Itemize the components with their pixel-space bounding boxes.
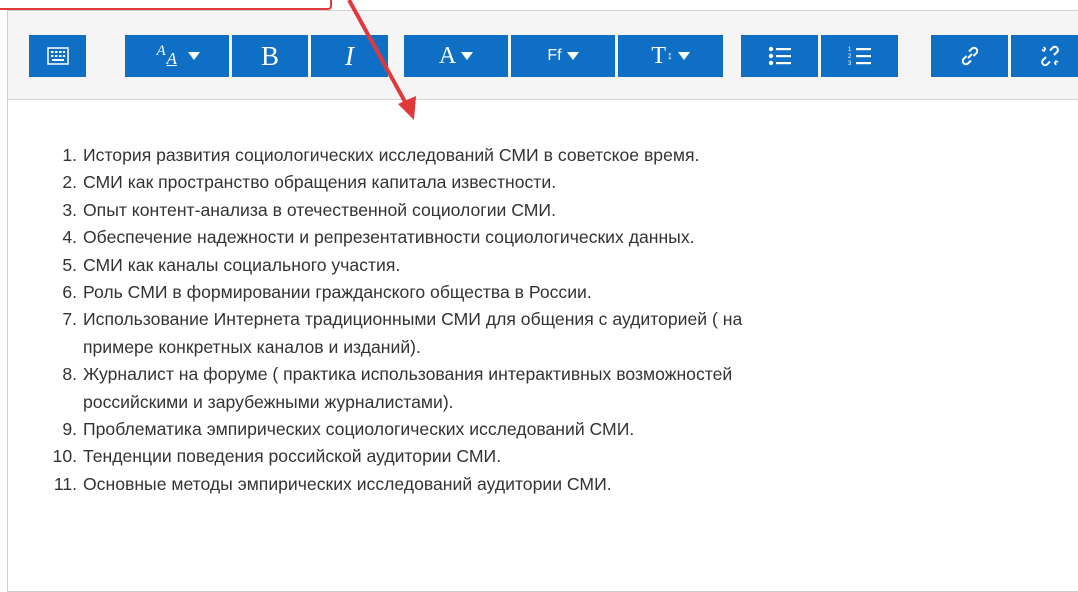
toolbar-toggle-button[interactable] — [29, 35, 86, 77]
topics-list: 1. История развития социологических иссле… — [33, 142, 1033, 498]
toolbar-toggle-icon — [46, 47, 69, 65]
rich-text-editor: A A B I A Ff T ↕ 1 2 3 1. История развит… — [7, 10, 1078, 592]
bullet-list-icon — [768, 46, 791, 66]
svg-text:3: 3 — [848, 61, 852, 67]
list-item: 6. Роль СМИ в формировании гражданского о… — [62, 282, 592, 303]
list-item: 10. Тенденции поведения российской аудито… — [52, 446, 502, 467]
bold-icon: B — [260, 40, 279, 71]
list-item: 7. Использование Интернета традиционными … — [62, 309, 743, 357]
numbered-list-icon: 1 2 3 — [848, 47, 871, 67]
bullet-list-button[interactable] — [741, 35, 818, 77]
link-icon — [961, 46, 978, 66]
list-item: 2. СМИ как пространство обращения капитал… — [62, 172, 557, 193]
svg-text:2: 2 — [848, 54, 852, 60]
chevron-down-icon — [461, 52, 474, 60]
font-size-button[interactable]: T ↕ — [618, 35, 723, 77]
font-color-button[interactable]: A — [404, 35, 508, 77]
italic-button[interactable]: I — [311, 35, 388, 77]
chevron-down-icon — [187, 52, 200, 60]
italic-icon: I — [345, 40, 354, 71]
editor-content-area[interactable]: 1. История развития социологических иссле… — [8, 100, 1078, 591]
list-item: 9. Проблематика эмпирических социологичес… — [62, 419, 635, 440]
chevron-down-icon — [677, 52, 690, 60]
list-item: 4. Обеспечение надежности и репрезентатив… — [62, 227, 695, 248]
list-item: 11. Основные методы эмпирических исследов… — [53, 473, 612, 494]
link-button[interactable] — [931, 35, 1008, 77]
chevron-down-icon — [566, 52, 579, 60]
bold-button[interactable]: B — [232, 35, 308, 77]
list-item: 1. История развития социологических иссле… — [62, 145, 700, 165]
editor-toolbar: A A B I A Ff T ↕ 1 2 3 — [8, 11, 1078, 100]
paragraph-style-icon: A A — [156, 43, 177, 68]
numbered-list-button[interactable]: 1 2 3 — [821, 35, 898, 77]
font-size-icon: T — [651, 42, 667, 69]
svg-text:1: 1 — [848, 47, 852, 53]
font-family-icon: Ff — [547, 47, 562, 64]
list-item: 8. Журналист на форуме ( практика использ… — [62, 364, 733, 412]
font-color-icon: A — [438, 42, 457, 69]
font-family-button[interactable]: Ff — [511, 35, 615, 77]
list-item: 5. СМИ как каналы социального участия. — [62, 254, 401, 275]
unlink-icon — [1040, 45, 1059, 67]
annotation-box — [0, 0, 332, 10]
paragraph-style-button[interactable]: A A — [125, 35, 229, 77]
list-item: 3. Опыт контент-анализа в отечественной с… — [62, 199, 556, 220]
unlink-button[interactable] — [1011, 35, 1078, 77]
